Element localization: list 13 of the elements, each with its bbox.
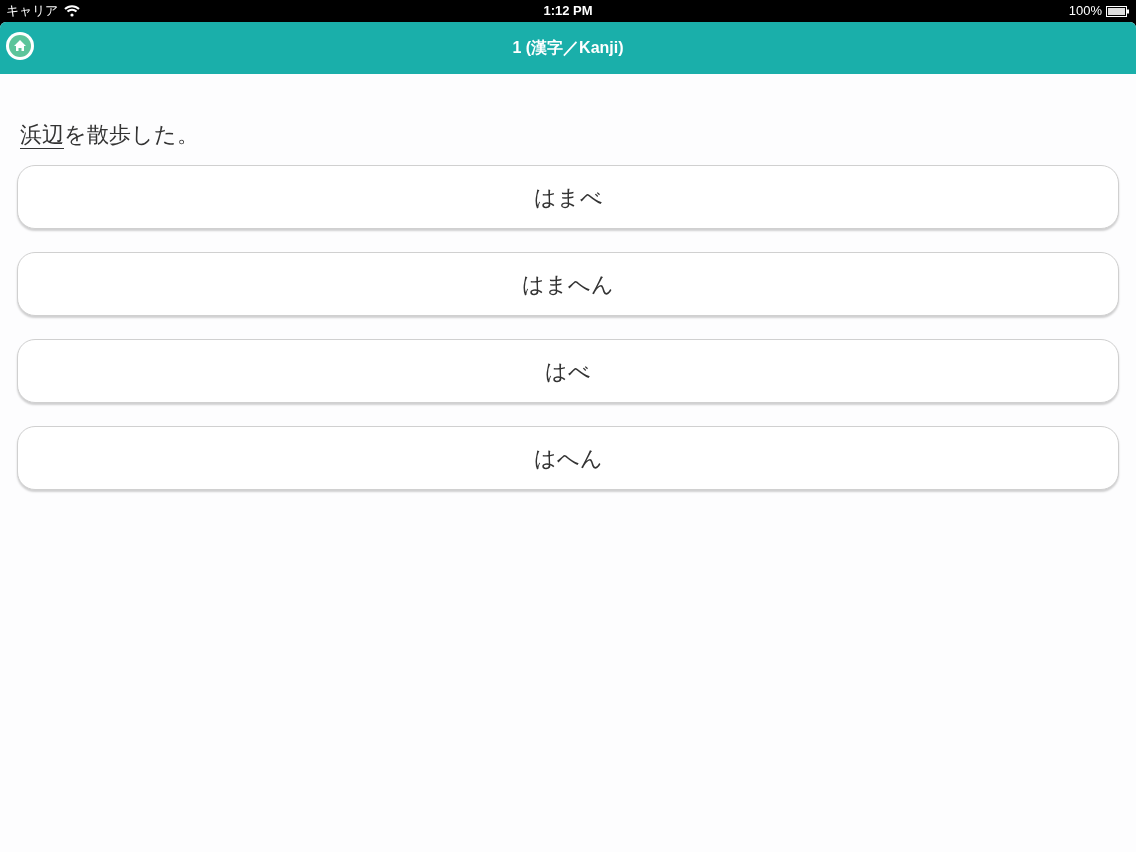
wifi-icon — [64, 5, 80, 17]
answer-button[interactable]: はまへん — [17, 252, 1119, 316]
home-button[interactable] — [6, 32, 34, 60]
carrier-label: キャリア — [6, 2, 58, 21]
answer-button[interactable]: はまべ — [17, 165, 1119, 229]
screen-title: 1 (漢字／Kanji) — [512, 38, 624, 58]
home-icon — [9, 35, 31, 57]
battery-icon — [1106, 5, 1130, 17]
clock-time: 1:12 PM — [543, 2, 593, 21]
battery-percentage: 100% — [1068, 2, 1102, 21]
question-sentence: 浜辺を散歩した。 — [20, 121, 200, 149]
answer-button[interactable]: はべ — [17, 339, 1119, 403]
answer-button[interactable]: はへん — [17, 426, 1119, 490]
